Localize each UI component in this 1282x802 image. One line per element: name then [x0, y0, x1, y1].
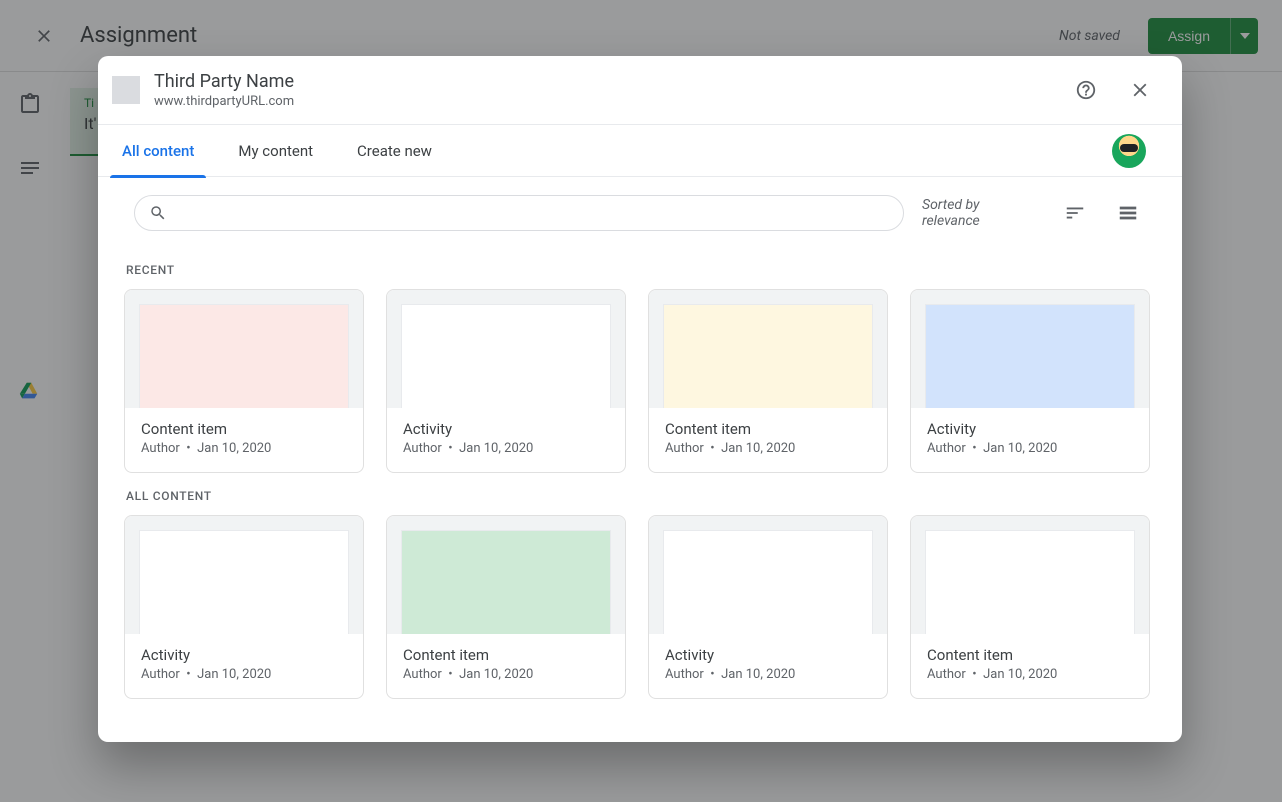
grid-recent: Content item Author • Jan 10, 2020 Activ…	[124, 289, 1156, 473]
card-thumb-wrap	[387, 516, 625, 634]
user-avatar[interactable]	[1112, 134, 1146, 168]
card-thumb	[925, 530, 1135, 634]
card-thumb	[139, 530, 349, 634]
search-icon	[149, 204, 167, 222]
third-party-logo	[112, 76, 140, 104]
card-title: Activity	[665, 646, 871, 664]
card-thumb	[401, 530, 611, 634]
card-thumb-wrap	[911, 290, 1149, 408]
content-card[interactable]: Activity Author • Jan 10, 2020	[648, 515, 888, 699]
tab-my-content[interactable]: My content	[238, 125, 313, 177]
card-meta: Activity Author • Jan 10, 2020	[911, 408, 1149, 472]
card-meta: Content item Author • Jan 10, 2020	[387, 634, 625, 698]
card-thumb-wrap	[125, 290, 363, 408]
card-title: Content item	[927, 646, 1133, 664]
card-meta: Activity Author • Jan 10, 2020	[125, 634, 363, 698]
content-card[interactable]: Activity Author • Jan 10, 2020	[386, 289, 626, 473]
sort-button[interactable]	[1057, 195, 1093, 231]
card-thumb-wrap	[911, 516, 1149, 634]
view-list-button[interactable]	[1111, 195, 1147, 231]
card-title: Activity	[141, 646, 347, 664]
card-subtitle: Author • Jan 10, 2020	[141, 441, 347, 456]
third-party-name: Third Party Name	[154, 71, 294, 92]
tab-create-new[interactable]: Create new	[357, 125, 432, 177]
card-thumb	[663, 304, 873, 408]
search-input[interactable]	[134, 195, 904, 231]
content-card[interactable]: Content item Author • Jan 10, 2020	[124, 289, 364, 473]
card-title: Content item	[665, 420, 871, 438]
card-thumb-wrap	[387, 290, 625, 408]
card-thumb-wrap	[125, 516, 363, 634]
sort-icon	[1064, 202, 1086, 224]
card-meta: Content item Author • Jan 10, 2020	[911, 634, 1149, 698]
card-subtitle: Author • Jan 10, 2020	[927, 441, 1133, 456]
help-button[interactable]	[1066, 70, 1106, 110]
content-card[interactable]: Activity Author • Jan 10, 2020	[910, 289, 1150, 473]
modal-tabs: All content My content Create new	[98, 125, 1182, 177]
card-thumb	[663, 530, 873, 634]
content-scroll: RECENT Content item Author • Jan 10, 202…	[98, 237, 1182, 719]
tab-all-content[interactable]: All content	[122, 125, 194, 177]
content-picker-modal: Third Party Name www.thirdpartyURL.com A…	[98, 56, 1182, 742]
card-meta: Activity Author • Jan 10, 2020	[387, 408, 625, 472]
close-icon	[1129, 79, 1151, 101]
sort-label: Sorted by relevance	[922, 197, 1039, 229]
card-subtitle: Author • Jan 10, 2020	[665, 441, 871, 456]
card-subtitle: Author • Jan 10, 2020	[403, 441, 609, 456]
card-subtitle: Author • Jan 10, 2020	[141, 667, 347, 682]
card-title: Activity	[403, 420, 609, 438]
card-subtitle: Author • Jan 10, 2020	[403, 667, 609, 682]
section-recent-label: RECENT	[126, 263, 1156, 277]
card-meta: Content item Author • Jan 10, 2020	[649, 408, 887, 472]
list-view-icon	[1117, 202, 1139, 224]
content-card[interactable]: Content item Author • Jan 10, 2020	[648, 289, 888, 473]
card-thumb-wrap	[649, 516, 887, 634]
card-subtitle: Author • Jan 10, 2020	[665, 667, 871, 682]
close-modal-button[interactable]	[1120, 70, 1160, 110]
card-thumb	[401, 304, 611, 408]
card-thumb-wrap	[649, 290, 887, 408]
section-all-label: ALL CONTENT	[126, 489, 1156, 503]
modal-header: Third Party Name www.thirdpartyURL.com	[98, 56, 1182, 125]
toolbar: Sorted by relevance	[98, 177, 1182, 237]
card-title: Content item	[403, 646, 609, 664]
content-card[interactable]: Content item Author • Jan 10, 2020	[386, 515, 626, 699]
card-meta: Content item Author • Jan 10, 2020	[125, 408, 363, 472]
card-subtitle: Author • Jan 10, 2020	[927, 667, 1133, 682]
card-meta: Activity Author • Jan 10, 2020	[649, 634, 887, 698]
card-thumb	[925, 304, 1135, 408]
card-title: Content item	[141, 420, 347, 438]
third-party-url: www.thirdpartyURL.com	[154, 94, 294, 109]
grid-all: Activity Author • Jan 10, 2020 Content i…	[124, 515, 1156, 699]
card-thumb	[139, 304, 349, 408]
content-card[interactable]: Activity Author • Jan 10, 2020	[124, 515, 364, 699]
content-card[interactable]: Content item Author • Jan 10, 2020	[910, 515, 1150, 699]
card-title: Activity	[927, 420, 1133, 438]
help-icon	[1075, 79, 1097, 101]
